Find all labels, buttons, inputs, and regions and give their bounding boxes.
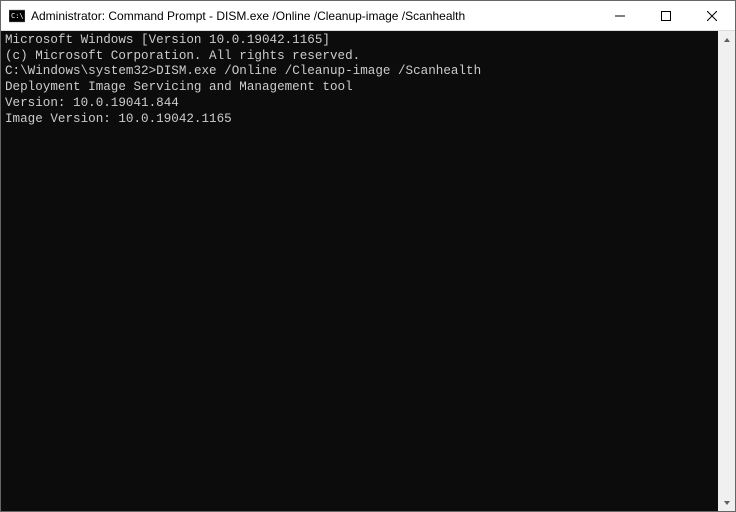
scrollbar-track[interactable] <box>718 48 735 494</box>
prompt-line: C:\Windows\system32>DISM.exe /Online /Cl… <box>5 64 714 80</box>
vertical-scrollbar[interactable] <box>718 31 735 511</box>
svg-text:C:\: C:\ <box>11 12 24 20</box>
command-text: DISM.exe /Online /Cleanup-image /Scanhea… <box>156 64 481 78</box>
terminal-container: Microsoft Windows [Version 10.0.19042.11… <box>1 31 735 511</box>
prompt-path: C:\Windows\system32> <box>5 64 156 78</box>
output-line: Image Version: 10.0.19042.1165 <box>5 112 714 128</box>
output-line: (c) Microsoft Corporation. All rights re… <box>5 49 714 65</box>
maximize-button[interactable] <box>643 1 689 30</box>
cmd-icon: C:\ <box>9 8 25 24</box>
terminal-output[interactable]: Microsoft Windows [Version 10.0.19042.11… <box>1 31 718 511</box>
output-line: Version: 10.0.19041.844 <box>5 96 714 112</box>
output-line: Microsoft Windows [Version 10.0.19042.11… <box>5 33 714 49</box>
output-line: Deployment Image Servicing and Managemen… <box>5 80 714 96</box>
window-controls <box>597 1 735 30</box>
titlebar: C:\ Administrator: Command Prompt - DISM… <box>1 1 735 31</box>
close-button[interactable] <box>689 1 735 30</box>
scroll-down-button[interactable] <box>718 494 735 511</box>
scroll-up-button[interactable] <box>718 31 735 48</box>
window-title: Administrator: Command Prompt - DISM.exe… <box>31 9 597 23</box>
minimize-button[interactable] <box>597 1 643 30</box>
